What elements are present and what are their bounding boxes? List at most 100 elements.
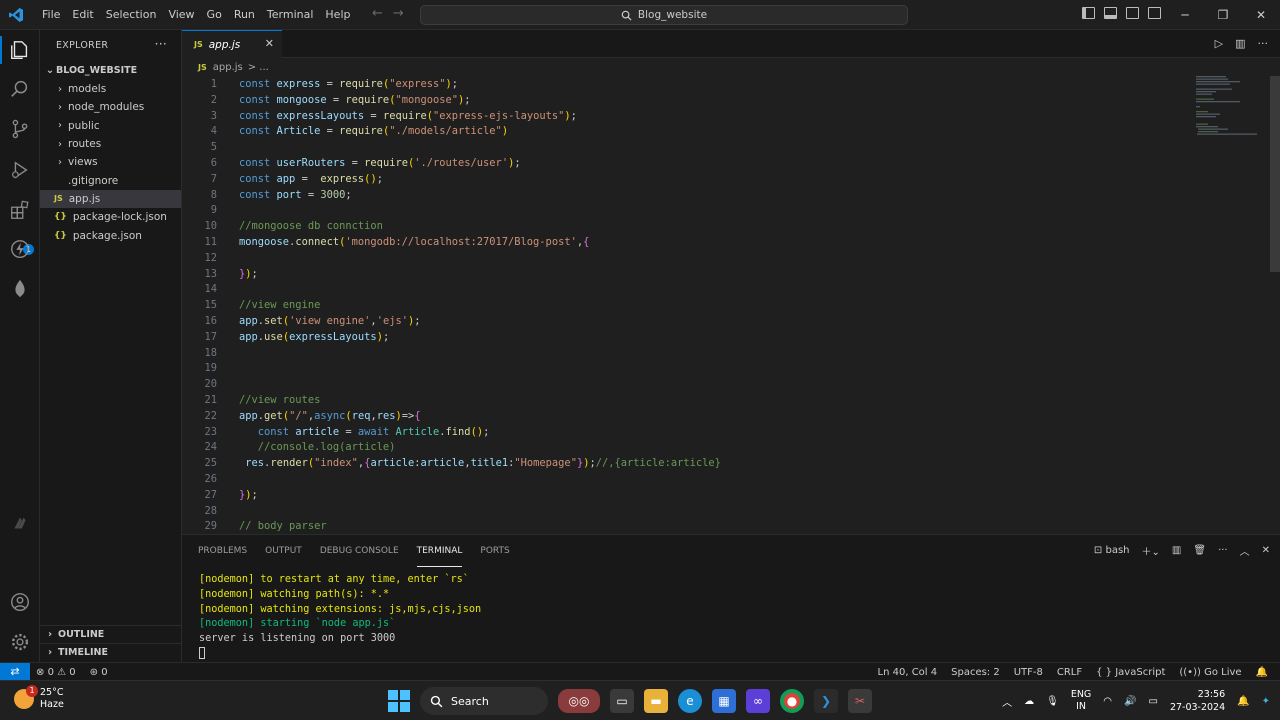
run-file-icon[interactable]: ▷ <box>1215 37 1223 50</box>
command-center-search[interactable]: Blog_website <box>420 5 908 25</box>
tab-output[interactable]: OUTPUT <box>265 535 302 567</box>
tree-folder-node-modules[interactable]: › node_modules <box>40 98 181 116</box>
language-indicator[interactable]: ENG IN <box>1071 689 1091 713</box>
code-line[interactable]: 4 const Article = require("./models/artic… <box>182 123 1182 139</box>
more-actions-icon[interactable]: ··· <box>1258 37 1269 50</box>
close-panel-icon[interactable]: ✕ <box>1262 545 1270 556</box>
terminal-output[interactable]: [nodemon] to restart at any time, enter … <box>199 573 481 662</box>
ports-status[interactable]: ⊛ 0 <box>90 667 108 678</box>
source-control-icon[interactable] <box>8 117 32 141</box>
tree-folder-public[interactable]: › public <box>40 117 181 135</box>
menu-go[interactable]: Go <box>201 0 228 30</box>
code-line[interactable]: 17 app.use(expressLayouts); <box>182 329 1182 345</box>
tree-folder-models[interactable]: › models <box>40 80 181 98</box>
code-line[interactable]: 12 <box>182 250 1182 266</box>
code-line[interactable]: 6 const userRouters = require('./routes/u… <box>182 155 1182 171</box>
show-hidden-icons-icon[interactable]: ︿ <box>1002 694 1012 709</box>
kill-terminal-icon[interactable]: 🗑 <box>1193 545 1206 556</box>
snipping-tool-icon[interactable]: ✂ <box>848 689 872 713</box>
editor-scrollbar[interactable] <box>1270 76 1280 272</box>
menu-terminal[interactable]: Terminal <box>261 0 320 30</box>
live-share-icon[interactable] <box>8 511 32 535</box>
close-tab-icon[interactable]: ✕ <box>265 37 274 50</box>
code-line[interactable]: 21 //view routes <box>182 392 1182 408</box>
menu-view[interactable]: View <box>162 0 200 30</box>
remote-indicator-icon[interactable]: ⇄ <box>0 663 30 681</box>
code-line[interactable]: 16 app.set('view engine','ejs'); <box>182 313 1182 329</box>
code-line[interactable]: 28 <box>182 503 1182 519</box>
code-line[interactable]: 5 <box>182 139 1182 155</box>
menu-edit[interactable]: Edit <box>66 0 99 30</box>
indentation[interactable]: Spaces: 2 <box>951 667 1000 678</box>
code-line[interactable]: 3 const expressLayouts = require("express… <box>182 108 1182 124</box>
widgets-icon[interactable]: ◎◎ <box>558 689 600 713</box>
split-editor-icon[interactable]: ▥ <box>1235 37 1245 50</box>
breadcrumb-file[interactable]: app.js <box>213 62 243 73</box>
tab-app-js[interactable]: JS app.js ✕ <box>182 30 282 58</box>
code-line[interactable]: 24 //console.log(article) <box>182 439 1182 455</box>
tab-terminal[interactable]: TERMINAL <box>416 535 463 567</box>
menu-help[interactable]: Help <box>319 0 356 30</box>
problems-status[interactable]: ⊗ 0 ⚠ 0 <box>36 667 76 678</box>
mongodb-icon[interactable] <box>8 277 32 301</box>
run-debug-icon[interactable] <box>8 158 32 182</box>
weather-widget[interactable]: 1 25°C Haze <box>14 685 64 711</box>
explorer-icon[interactable] <box>8 38 32 62</box>
file-explorer-icon[interactable]: ▬ <box>644 689 668 713</box>
new-terminal-icon[interactable]: ＋⌄ <box>1142 543 1160 558</box>
code-line[interactable]: 8 const port = 3000; <box>182 187 1182 203</box>
terminal-prompt[interactable] <box>199 646 481 662</box>
toggle-primary-sidebar-icon[interactable] <box>1082 7 1095 19</box>
toggle-panel-icon[interactable] <box>1104 7 1117 19</box>
edge-browser-icon[interactable]: e <box>678 689 702 713</box>
language-mode[interactable]: { } JavaScript <box>1096 667 1165 678</box>
code-line[interactable]: 2 const mongoose = require("mongoose"); <box>182 92 1182 108</box>
code-line[interactable]: 27}); <box>182 487 1182 503</box>
settings-gear-icon[interactable] <box>8 630 32 654</box>
tree-file-package-lock[interactable]: {} package-lock.json <box>40 208 181 226</box>
customize-layout-icon[interactable] <box>1148 7 1161 19</box>
minimize-icon[interactable]: ─ <box>1166 0 1204 30</box>
windows-start-icon[interactable] <box>388 690 410 712</box>
notification-bell-icon[interactable]: 🔔 <box>1237 696 1249 707</box>
visual-studio-icon[interactable]: ∞ <box>746 689 770 713</box>
code-line[interactable]: 14 <box>182 281 1182 297</box>
more-actions-icon[interactable]: ··· <box>1218 545 1228 556</box>
restore-icon[interactable]: ❐ <box>1204 0 1242 30</box>
code-line[interactable]: 19 <box>182 360 1182 376</box>
notifications-bell-icon[interactable]: 🔔 <box>1256 667 1268 678</box>
code-line[interactable]: 7 const app = express(); <box>182 171 1182 187</box>
code-line[interactable]: 18 <box>182 345 1182 361</box>
volume-icon[interactable]: 🔊 <box>1124 696 1136 707</box>
wifi-icon[interactable]: ◠ <box>1103 696 1112 707</box>
code-line[interactable]: 22 app.get("/",async(req,res)=>{ <box>182 408 1182 424</box>
code-line[interactable]: 11 mongoose.connect('mongodb://localhost:… <box>182 234 1182 250</box>
toggle-secondary-sidebar-icon[interactable] <box>1126 7 1139 19</box>
cursor-position[interactable]: Ln 40, Col 4 <box>878 667 938 678</box>
clock[interactable]: 23:56 27-03-2024 <box>1170 688 1225 714</box>
search-icon[interactable] <box>8 77 32 101</box>
code-line[interactable]: 9 <box>182 202 1182 218</box>
tree-file-app-js[interactable]: JS app.js <box>40 189 181 209</box>
back-arrow-icon[interactable]: ← <box>372 6 383 21</box>
tree-folder-routes[interactable]: › routes <box>40 135 181 153</box>
microsoft-store-icon[interactable]: ▦ <box>712 689 736 713</box>
code-line[interactable]: 26 <box>182 471 1182 487</box>
more-actions-icon[interactable]: ··· <box>155 37 167 51</box>
menu-file[interactable]: File <box>36 0 66 30</box>
menu-run[interactable]: Run <box>228 0 261 30</box>
accounts-icon[interactable] <box>8 590 32 614</box>
code-line[interactable]: 1 const express = require("express"); <box>182 76 1182 92</box>
code-line[interactable]: 20 <box>182 376 1182 392</box>
code-line[interactable]: 10 //mongoose db connction <box>182 218 1182 234</box>
minimap[interactable] <box>1196 76 1266 136</box>
tree-file-package-json[interactable]: {} package.json <box>40 226 181 244</box>
code-editor[interactable]: 1 const express = require("express"); 2 con… <box>182 76 1280 534</box>
taskbar-search[interactable]: Search <box>420 687 548 715</box>
vscode-taskbar-icon[interactable]: ❯ <box>814 689 838 713</box>
menu-selection[interactable]: Selection <box>100 0 163 30</box>
tree-file-gitignore[interactable]: .gitignore <box>40 171 181 189</box>
project-root[interactable]: ⌄ BLOG_WEBSITE <box>40 60 181 80</box>
encoding[interactable]: UTF-8 <box>1014 667 1043 678</box>
code-line[interactable]: 23 const article = await Article.find(); <box>182 424 1182 440</box>
